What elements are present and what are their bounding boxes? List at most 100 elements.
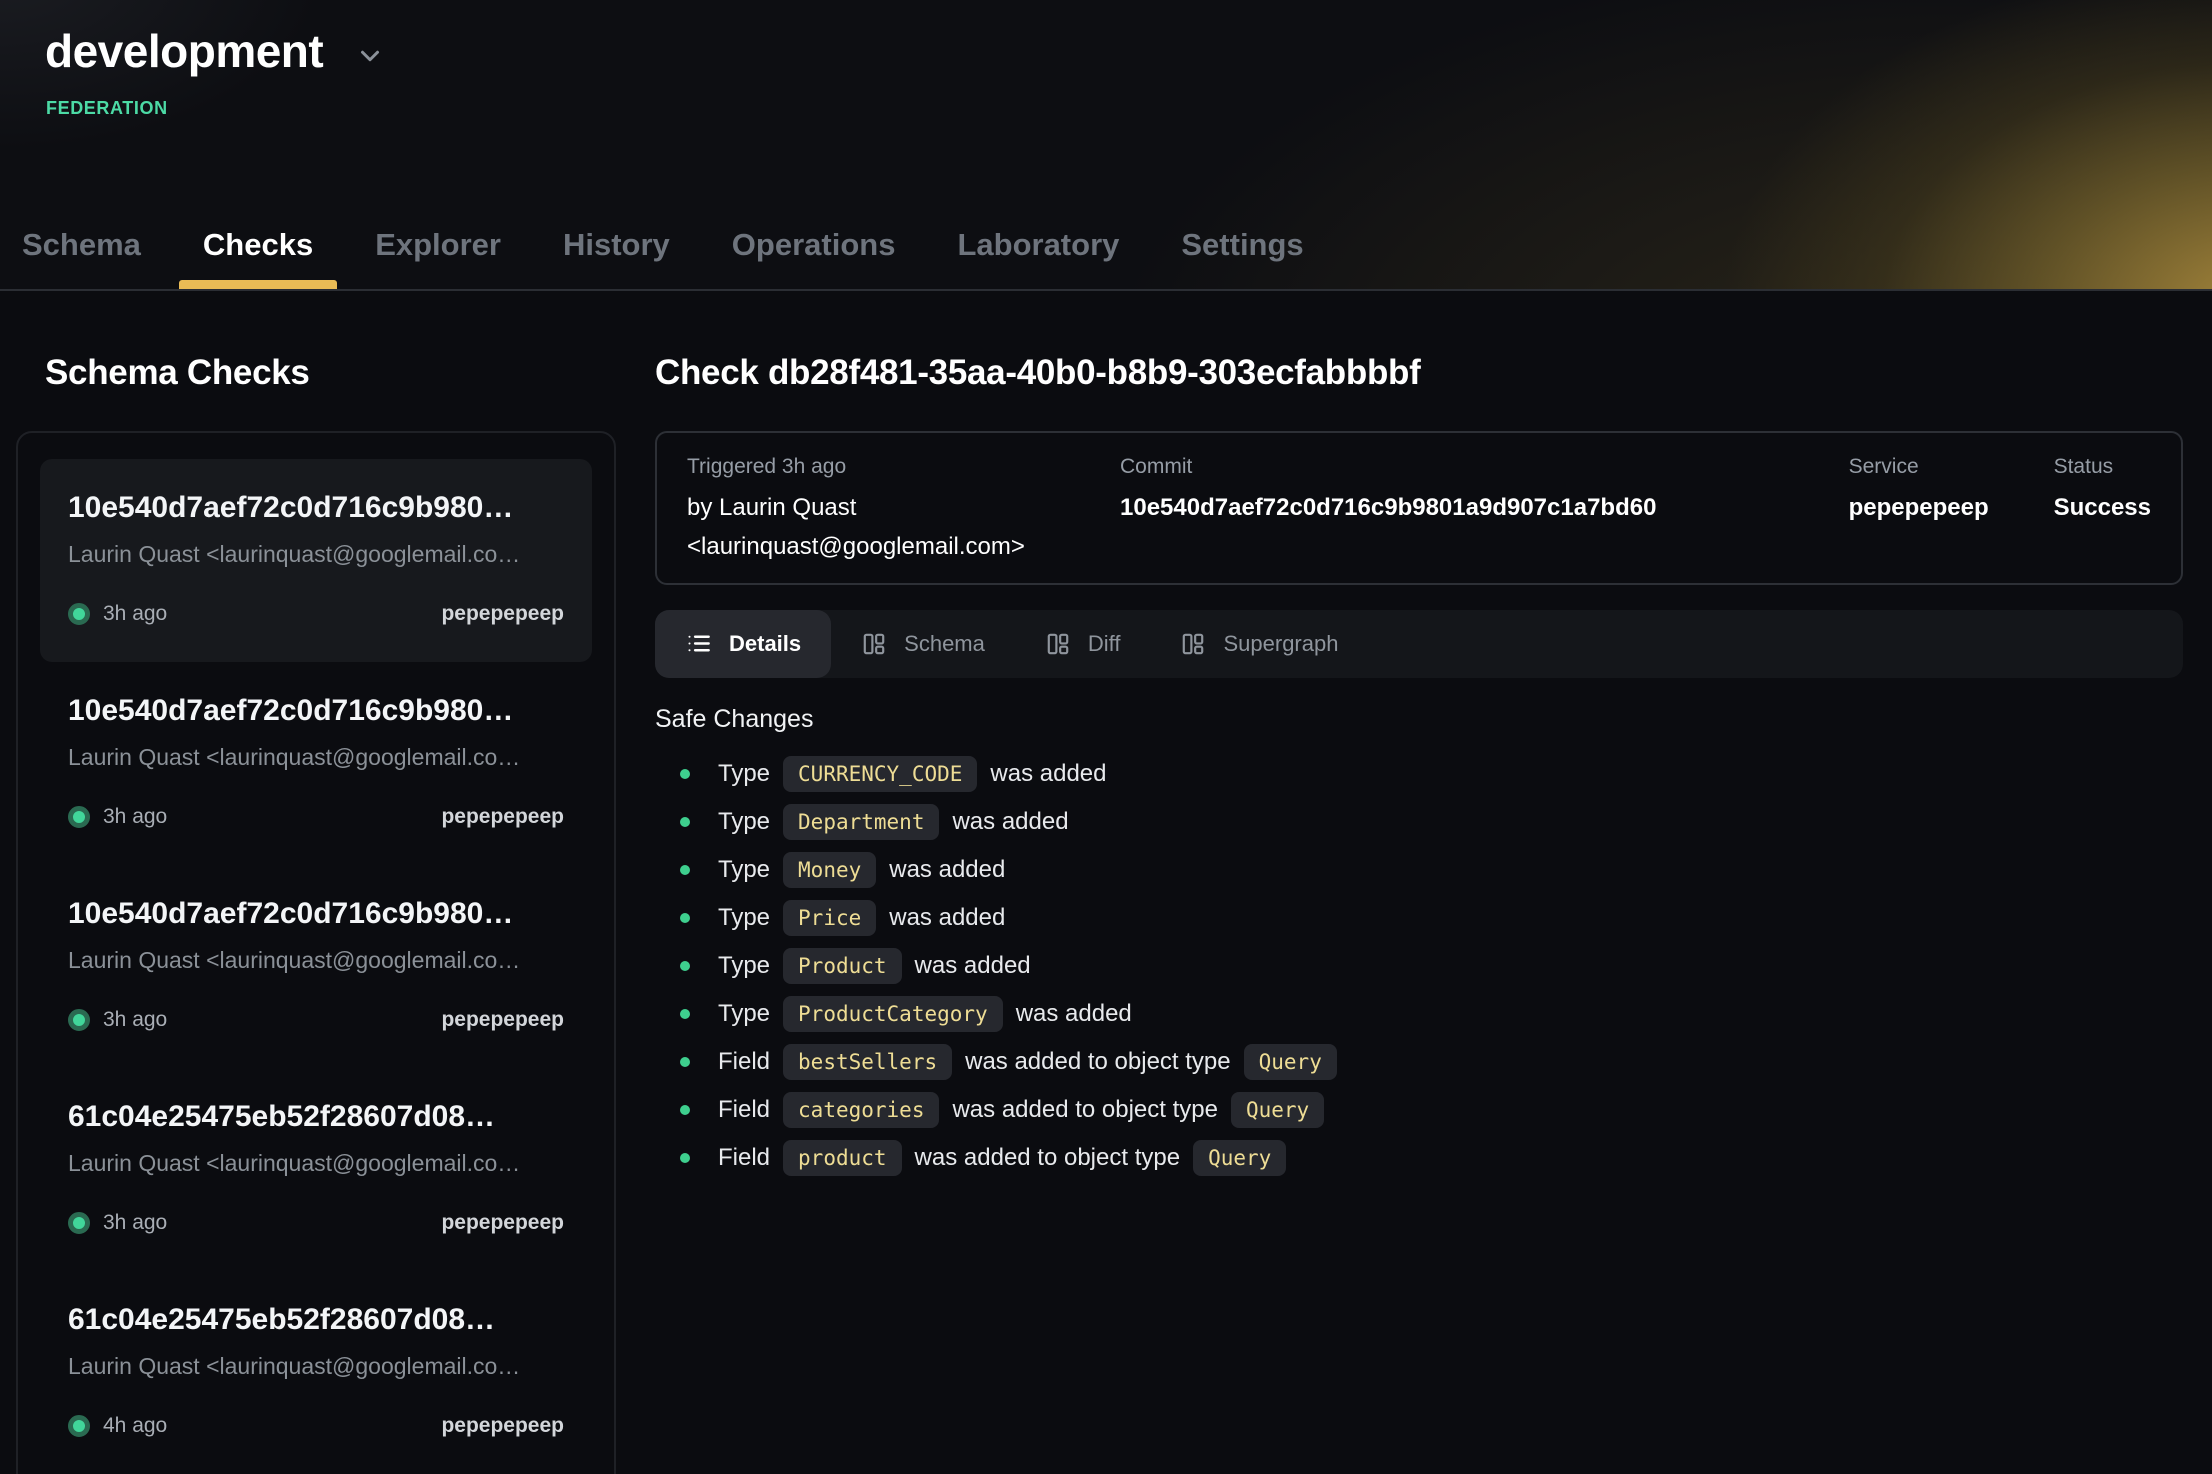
list-icon: [685, 630, 712, 657]
check-service: pepepepeep: [441, 805, 564, 829]
tab-explorer[interactable]: Explorer: [373, 227, 503, 289]
checks-list: 10e540d7aef72c0d716c9b980… Laurin Quast <…: [16, 431, 616, 1474]
tab-schema[interactable]: Schema: [20, 227, 143, 289]
columns-icon: [1045, 631, 1071, 657]
tab-laboratory[interactable]: Laboratory: [955, 227, 1121, 289]
view-tab-details[interactable]: Details: [655, 610, 831, 678]
code-chip: Query: [1193, 1140, 1286, 1176]
bullet-icon: [680, 1057, 690, 1067]
check-meta-row: 3h agopepepepeep: [68, 602, 564, 626]
chevron-down-icon[interactable]: [355, 41, 385, 71]
columns-icon: [861, 631, 887, 657]
code-chip: ProductCategory: [783, 996, 1003, 1032]
schema-check-item[interactable]: 10e540d7aef72c0d716c9b980…Laurin Quast <…: [40, 865, 592, 1068]
code-chip: Query: [1231, 1092, 1324, 1128]
meta-col-service: Service pepepepeep: [1849, 455, 2054, 567]
meta-col-status: Status Success: [2054, 455, 2151, 567]
code-chip: Product: [783, 948, 902, 984]
change-row: Type ProductCategory was added: [655, 990, 2183, 1038]
check-time: 3h ago: [103, 1008, 167, 1032]
check-detail: Check db28f481-35aa-40b0-b8b9-303ecfabbb…: [655, 353, 2183, 1182]
tab-checks[interactable]: Checks: [201, 227, 315, 289]
federation-badge: FEDERATION: [46, 98, 2212, 119]
schema-check-item[interactable]: 10e540d7aef72c0d716c9b980… Laurin Quast <…: [40, 459, 592, 662]
change-text: Type: [718, 1000, 770, 1028]
change-row: TypeMoneywas added: [655, 846, 2183, 894]
check-meta-row: 4h agopepepepeep: [68, 1414, 564, 1438]
change-text: Field: [718, 1144, 770, 1172]
check-hash: 61c04e25475eb52f28607d08…: [68, 1303, 564, 1337]
view-tab-schema[interactable]: Schema: [831, 610, 1015, 678]
view-tab-label: Details: [729, 631, 801, 657]
code-chip: product: [783, 1140, 902, 1176]
view-tab-label: Schema: [904, 631, 985, 657]
schema-check-item[interactable]: 61c04e25475eb52f28607d08… Laurin Quast <l…: [40, 1271, 592, 1474]
check-meta-row: 3h ago pepepepeep: [68, 805, 564, 829]
change-text: was added: [990, 760, 1106, 788]
schema-check-item[interactable]: 10e540d7aef72c0d716c9b980… Laurin Quast <…: [40, 662, 592, 865]
sidebar-title: Schema Checks: [45, 353, 616, 393]
meta-col-commit: Commit 10e540d7aef72c0d716c9b9801a9d907c…: [1120, 455, 1849, 567]
commit-label: Commit: [1120, 455, 1849, 479]
checks-sidebar: Schema Checks 10e540d7aef72c0d716c9b980……: [16, 353, 616, 1474]
view-tab-label: Diff: [1088, 631, 1121, 657]
check-time: 3h ago: [103, 805, 167, 829]
check-view-tabs: Details Schema Diff Supergraph: [655, 610, 2183, 678]
change-text: was added: [952, 808, 1068, 836]
check-time: 3h ago: [103, 1211, 167, 1235]
bullet-icon: [680, 1105, 690, 1115]
view-tab-diff[interactable]: Diff: [1015, 610, 1151, 678]
safe-changes-title: Safe Changes: [655, 705, 2183, 734]
check-author: Laurin Quast <laurinquast@googlemail.co…: [68, 541, 564, 568]
status-value: Success: [2054, 489, 2151, 528]
check-author: Laurin Quast <laurinquast@googlemail.co…: [68, 744, 564, 771]
project-name: development: [45, 24, 323, 78]
change-row: Field product was added to object type Quer…: [655, 1134, 2183, 1182]
check-time: 3h ago: [103, 602, 167, 626]
change-text: Type: [718, 760, 770, 788]
tab-history[interactable]: History: [561, 227, 672, 289]
code-chip: Department: [783, 804, 939, 840]
check-service: pepepepeep: [441, 1211, 564, 1235]
change-text: was added: [915, 952, 1031, 980]
bullet-icon: [680, 961, 690, 971]
page-header: development FEDERATION Schema Checks Explo…: [0, 0, 2212, 291]
triggered-value: by Laurin Quast <laurinquast@googlemail.…: [687, 489, 1120, 567]
check-meta-row: 3h ago pepepepeep: [68, 1008, 564, 1032]
check-meta-row: 3h ago pepepepeep: [68, 1211, 564, 1235]
change-text: was added: [1016, 1000, 1132, 1028]
check-author: Laurin Quast <laurinquast@googlemail.co…: [68, 1353, 564, 1380]
code-chip: Query: [1244, 1044, 1337, 1080]
status-label: Status: [2054, 455, 2151, 479]
code-chip: Price: [783, 900, 876, 936]
change-text: Type: [718, 808, 770, 836]
change-text: was added to object type: [915, 1144, 1181, 1172]
view-tab-supergraph[interactable]: Supergraph: [1150, 610, 1368, 678]
change-text: Type: [718, 904, 770, 932]
change-text: Field: [718, 1096, 770, 1124]
commit-value: 10e540d7aef72c0d716c9b9801a9d907c1a7bd60: [1120, 489, 1849, 528]
tab-settings[interactable]: Settings: [1179, 227, 1305, 289]
status-dot-icon: [68, 806, 90, 828]
service-value: pepepepeep: [1849, 489, 2054, 528]
change-text: was added to object type: [965, 1048, 1231, 1076]
meta-col-triggered: Triggered 3h ago by Laurin Quast <laurin…: [687, 455, 1120, 567]
change-row: Type Department was added: [655, 798, 2183, 846]
tab-operations[interactable]: Operations: [730, 227, 898, 289]
triggered-label: Triggered 3h ago: [687, 455, 1120, 479]
check-service: pepepepeep: [441, 1008, 564, 1032]
check-hash: 10e540d7aef72c0d716c9b980…: [68, 491, 564, 525]
schema-check-item[interactable]: 61c04e25475eb52f28607d08…Laurin Quast <l…: [40, 1068, 592, 1271]
change-text: Field: [718, 1048, 770, 1076]
safe-changes-list: TypeCURRENCY_CODEwas addedTypeDepartment…: [655, 750, 2183, 1182]
check-hash: 61c04e25475eb52f28607d08…: [68, 1100, 564, 1134]
bullet-icon: [680, 865, 690, 875]
check-hash: 10e540d7aef72c0d716c9b980…: [68, 694, 564, 728]
code-chip: CURRENCY_CODE: [783, 756, 977, 792]
bullet-icon: [680, 1153, 690, 1163]
change-row: TypePricewas added: [655, 894, 2183, 942]
main-content: Schema Checks 10e540d7aef72c0d716c9b980……: [0, 291, 2212, 1474]
change-row: Type CURRENCY_CODE was added: [655, 750, 2183, 798]
bullet-icon: [680, 1009, 690, 1019]
change-row: FieldbestSellerswas added to object type…: [655, 1038, 2183, 1086]
